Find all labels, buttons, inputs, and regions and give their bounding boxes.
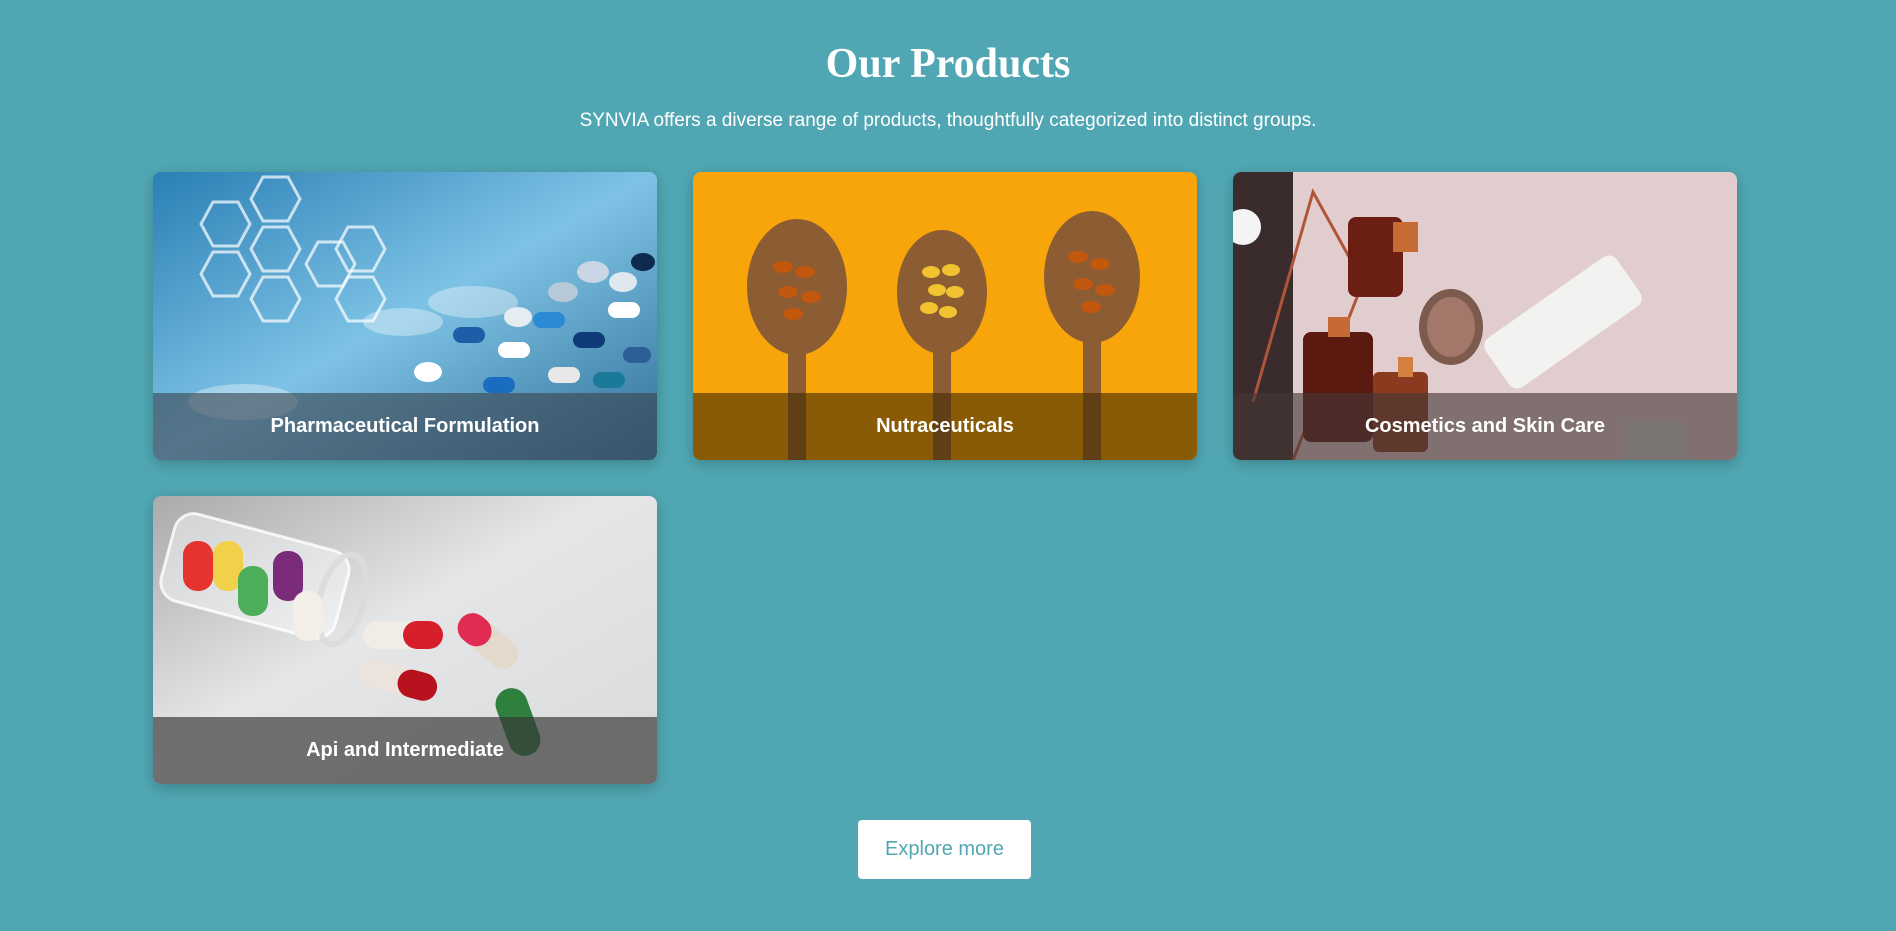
section-title: Our Products [825, 41, 1071, 87]
product-card-api[interactable]: Api and Intermediate [153, 496, 657, 784]
product-label: Nutraceuticals [693, 393, 1197, 460]
explore-more-button[interactable]: Explore more [858, 820, 1031, 879]
product-card-pharmaceutical[interactable]: Pharmaceutical Formulation [153, 172, 657, 460]
product-label: Cosmetics and Skin Care [1233, 393, 1737, 460]
product-label: Pharmaceutical Formulation [153, 393, 657, 460]
product-card-cosmetics[interactable]: Cosmetics and Skin Care [1233, 172, 1737, 460]
section-subtitle: SYNVIA offers a diverse range of product… [579, 110, 1317, 131]
products-section: Our Products SYNVIA offers a diverse ran… [0, 0, 1896, 931]
product-card-nutraceuticals[interactable]: Nutraceuticals [693, 172, 1197, 460]
product-label: Api and Intermediate [153, 717, 657, 784]
